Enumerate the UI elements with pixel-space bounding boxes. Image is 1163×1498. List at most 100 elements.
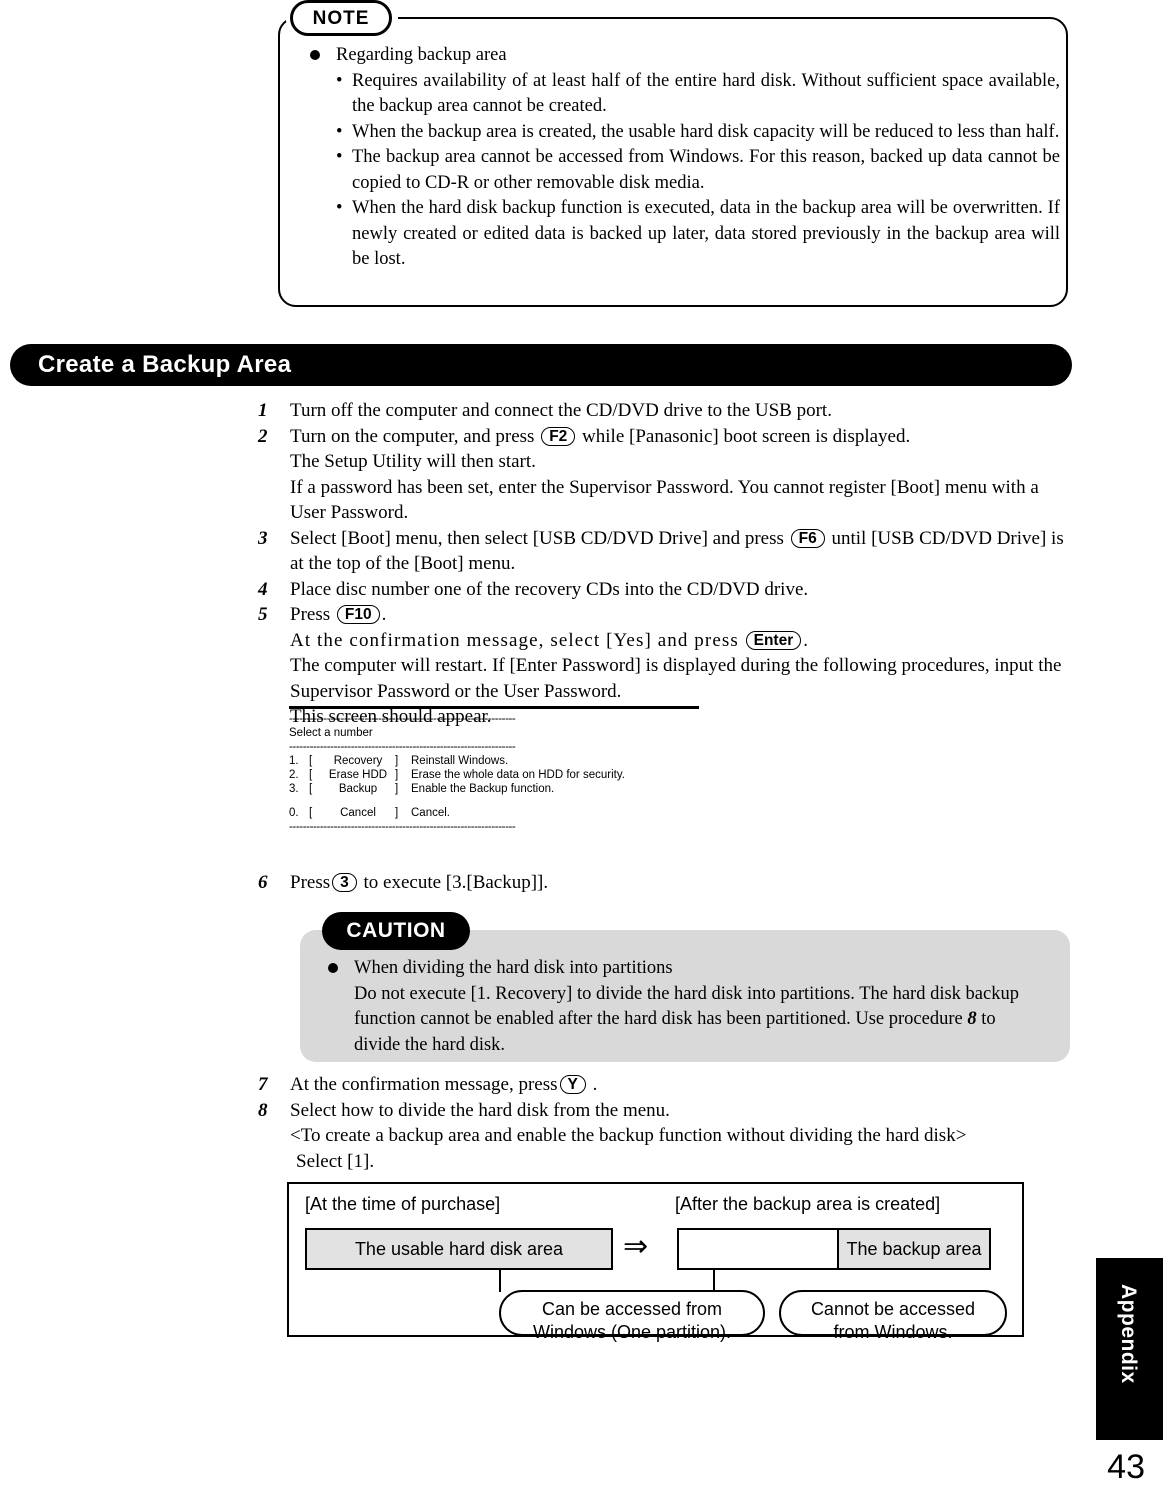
note-body: Regarding backup area • Requires availab… xyxy=(300,43,1060,273)
screen-top-rule xyxy=(289,706,699,709)
key-enter: Enter xyxy=(745,630,802,650)
row-bracket-open: [ xyxy=(309,783,313,795)
diagram-usable-area-bar-after xyxy=(677,1228,839,1270)
procedure-steps: 1 Turn off the computer and connect the … xyxy=(258,398,1068,730)
procedure-steps-3: 7 At the confirmation message, press Y . … xyxy=(258,1072,1068,1174)
screen-menu-row-2: 2. [ Erase HDD ] Erase the whole data on… xyxy=(289,768,699,782)
step-text-lead: Press xyxy=(290,872,331,893)
screen-rule-middle: ----------------------------------------… xyxy=(289,741,516,753)
step-2-line3: If a password has been set, enter the Su… xyxy=(290,476,1039,524)
row-bracket-close: ] xyxy=(395,755,399,767)
caution-body: When dividing the hard disk into partiti… xyxy=(318,956,1058,1058)
step-text-tail: . xyxy=(381,604,387,625)
caution-procedure-ref: 8 xyxy=(967,1009,977,1029)
caution-line-1: Do not execute [1. Recovery] to divide t… xyxy=(354,983,1019,1004)
caution-line-2: function cannot be enabled after the har… xyxy=(318,1007,1058,1033)
step-5-line2-lead: At the confirmation message, select [Yes… xyxy=(290,629,739,651)
step-text: Turn off the computer and connect the CD… xyxy=(290,400,832,421)
step-number: 7 xyxy=(258,1074,268,1095)
note-tab-label: NOTE xyxy=(290,0,392,36)
diagram-right-callout: Cannot be accessed from Windows. xyxy=(779,1290,1007,1342)
step-text-lead: At the confirmation message, press xyxy=(290,1074,558,1095)
screen-title: Select a number xyxy=(289,727,373,739)
boot-menu-screen: ----------------------------------------… xyxy=(289,712,699,834)
arrow-right-icon: ⇒ xyxy=(623,1230,649,1263)
step-text-lead: Select [Boot] menu, then select [USB CD/… xyxy=(290,527,784,549)
step-number: 6 xyxy=(258,872,268,893)
row-number: 0. xyxy=(289,807,299,819)
step-8: 8 Select how to divide the hard disk fro… xyxy=(258,1098,1068,1175)
row-bracket-close: ] xyxy=(395,783,399,795)
note-item-text: When the hard disk backup function is ex… xyxy=(352,198,1060,269)
note-item-text: Requires availability of at least half o… xyxy=(352,70,1060,117)
note-item-text: When the backup area is created, the usa… xyxy=(352,121,1060,142)
step-2-line2: The Setup Utility will then start. xyxy=(290,451,536,472)
diagram-right-label: [After the backup area is created] xyxy=(675,1194,941,1214)
caution-heading-row: When dividing the hard disk into partiti… xyxy=(318,956,1058,982)
row-desc: Cancel. xyxy=(411,807,450,819)
row-name: Cancel xyxy=(340,807,376,819)
diagram-connector-left xyxy=(499,1270,501,1292)
diagram-left-callout: Can be accessed from Windows (One partit… xyxy=(499,1290,765,1342)
step-2: 2 Turn on the computer, and press F2 whi… xyxy=(258,424,1068,526)
bullet-dash-icon: • xyxy=(336,198,343,218)
row-desc: Enable the Backup function. xyxy=(411,783,555,795)
step-8-line2: <To create a backup area and enable the … xyxy=(290,1125,967,1146)
step-number: 2 xyxy=(258,425,268,447)
appendix-tab-label: Appendix xyxy=(1117,1284,1140,1384)
caution-tab-label: CAUTION xyxy=(322,912,470,950)
step-number: 4 xyxy=(258,578,268,600)
page-number: 43 xyxy=(1107,1448,1145,1486)
bullet-dot-icon xyxy=(328,963,338,973)
row-number: 3. xyxy=(289,783,299,795)
step-number: 8 xyxy=(258,1099,268,1121)
note-heading: Regarding backup area xyxy=(336,45,507,65)
note-heading-row: Regarding backup area xyxy=(300,43,1060,69)
diagram-right-callout-line1: Cannot be accessed xyxy=(810,1299,976,1319)
caution-line-2-text: function cannot be enabled after the har… xyxy=(354,1009,963,1029)
appendix-side-tab: Appendix xyxy=(1096,1258,1163,1440)
row-bracket-close: ] xyxy=(395,807,399,819)
step-1: 1 Turn off the computer and connect the … xyxy=(258,398,1068,424)
bullet-dot-icon xyxy=(310,50,320,60)
step-6: 6 Press 3 to execute [3.[Backup]]. xyxy=(258,870,1068,896)
page-title: Create a Backup Area xyxy=(38,351,292,378)
backup-area-diagram: [At the time of purchase] [After the bac… xyxy=(287,1182,1024,1342)
note-item: • The backup area cannot be accessed fro… xyxy=(300,145,1060,196)
bullet-dash-icon: • xyxy=(336,147,343,167)
row-name: Erase HDD xyxy=(328,769,388,781)
diagram-backup-area-bar: The backup area xyxy=(837,1228,991,1270)
row-desc: Erase the whole data on HDD for security… xyxy=(411,769,625,781)
diagram-left-label: [At the time of purchase] xyxy=(305,1194,501,1214)
note-item-text: The backup area cannot be accessed from … xyxy=(352,147,1060,193)
step-text-lead: Press xyxy=(290,604,331,625)
row-name: Recovery xyxy=(333,755,383,767)
step-5-line2: At the confirmation message, select [Yes… xyxy=(290,628,1068,654)
diagram-usable-area-bar: The usable hard disk area xyxy=(305,1228,613,1270)
step-5-line2-tail: . xyxy=(803,629,808,651)
caution-heading: When dividing the hard disk into partiti… xyxy=(354,958,673,978)
key-y: Y xyxy=(559,1075,586,1094)
step-number: 3 xyxy=(258,527,268,549)
screen-menu-row-3: 3. [ Backup ] Enable the Backup function… xyxy=(289,782,699,796)
row-number: 2. xyxy=(289,769,299,781)
step-5-line3: The computer will restart. If [Enter Pas… xyxy=(290,655,1062,702)
key-f6: F6 xyxy=(790,528,825,548)
step-5: 5 Press F10. At the confirmation message… xyxy=(258,602,1068,730)
bullet-dash-icon: • xyxy=(336,70,343,91)
step-text-tail: to execute [3.[Backup]]. xyxy=(363,872,549,893)
row-desc: Reinstall Windows. xyxy=(411,755,509,767)
screen-menu-row-0: 0. [ Cancel ] Cancel. xyxy=(289,806,699,820)
row-bracket-close: ] xyxy=(395,769,399,781)
note-item: • When the hard disk backup function is … xyxy=(300,196,1060,273)
bullet-dash-icon: • xyxy=(336,121,343,142)
note-item: • Requires availability of at least half… xyxy=(300,69,1060,120)
step-text-tail: while [Panasonic] boot screen is display… xyxy=(582,425,911,447)
row-bracket-open: [ xyxy=(309,769,313,781)
section-title-bar: Create a Backup Area xyxy=(10,344,1072,386)
screen-rule-bottom: ----------------------------------------… xyxy=(289,821,516,833)
step-8-line1: Select how to divide the hard disk from … xyxy=(290,1099,670,1121)
step-number: 1 xyxy=(258,400,268,421)
step-7: 7 At the confirmation message, press Y . xyxy=(258,1072,1068,1098)
note-item: • When the backup area is created, the u… xyxy=(300,120,1060,146)
